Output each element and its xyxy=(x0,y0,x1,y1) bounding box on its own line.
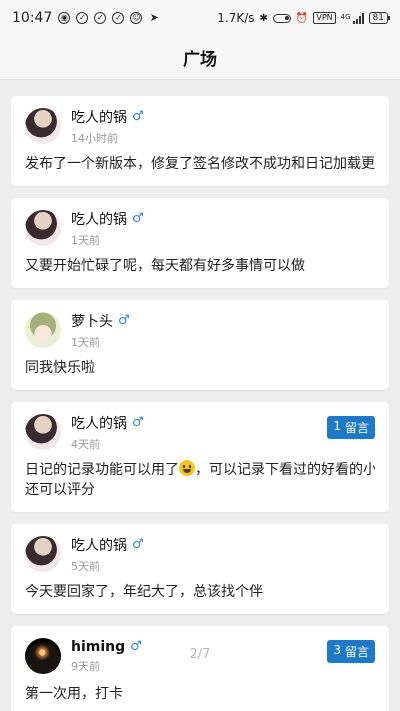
user-line: 吃人的锅 ♂ xyxy=(71,107,144,127)
avatar[interactable] xyxy=(25,312,61,348)
user-meta: 吃人的锅 ♂ 4天前 xyxy=(71,413,144,452)
user-meta: 吃人的锅 ♂ 1天前 xyxy=(71,209,144,248)
post-content: 同我快乐啦 xyxy=(25,360,95,376)
post-card[interactable]: 吃人的锅 ♂ 5天前 今天要回家了，年纪大了，总该找个伴 xyxy=(11,524,389,614)
check-icon: ✓ xyxy=(94,12,107,24)
post-header: 萝卜头 ♂ 1天前 xyxy=(25,310,375,350)
check-icon: ✓ xyxy=(76,12,89,24)
weibo-icon: ◉ xyxy=(58,12,71,24)
status-right: 1.7K/s ✱ ⏰ VPN 4G 81 xyxy=(217,11,391,25)
post-content: 又要开始忙碌了呢，每天都有好多事情可以做 xyxy=(25,258,305,274)
username[interactable]: 吃人的锅 xyxy=(71,535,127,555)
post-time: 1天前 xyxy=(71,335,100,349)
post-content: 日记的记录功能可以用了 ，可以记录下看过的好看的小 xyxy=(25,460,375,480)
post-time: 14小时前 xyxy=(71,131,118,145)
status-bar: 10:47 ◉ ✓ ✓ ✓ ☺ ➤ 1.7K/s ✱ ⏰ VPN 4G 81 xyxy=(0,0,400,36)
post-card[interactable]: 萝卜头 ♂ 1天前 同我快乐啦 xyxy=(11,300,389,390)
post-card[interactable]: 吃人的锅 ♂ 14小时前 发布了一个新版本，修复了签名修改不成功和日记加载更多 xyxy=(11,96,389,186)
post-card[interactable]: himing ♂ 9天前 3 留言 第一次用，打卡 xyxy=(11,626,389,711)
signal-icon: 4G xyxy=(340,12,364,24)
page-title: 广场 xyxy=(183,50,217,70)
username[interactable]: 吃人的锅 xyxy=(71,209,127,229)
comment-count-button[interactable]: 1 留言 xyxy=(327,416,375,439)
comment-label: 留言 xyxy=(344,645,369,659)
status-time: 10:47 xyxy=(12,10,53,26)
send-icon: ➤ xyxy=(149,11,159,24)
post-time: 5天前 xyxy=(71,559,100,573)
user-meta: 吃人的锅 ♂ 5天前 xyxy=(71,535,144,574)
user-meta: himing ♂ 9天前 xyxy=(71,639,142,674)
user-line: 萝卜头 ♂ xyxy=(71,311,130,331)
post-content: 第一次用，打卡 xyxy=(25,686,123,702)
male-gender-icon: ♂ xyxy=(132,537,144,552)
comment-label: 留言 xyxy=(344,421,369,435)
comment-count-button[interactable]: 3 留言 xyxy=(327,640,375,663)
user-meta: 吃人的锅 ♂ 14小时前 xyxy=(71,107,144,146)
user-line: 吃人的锅 ♂ xyxy=(71,209,144,229)
post-card[interactable]: 吃人的锅 ♂ 4天前 1 留言 日记的记录功能可以用了 ，可以记录下看过的好看的小… xyxy=(11,402,389,512)
male-gender-icon: ♂ xyxy=(118,313,130,328)
avatar[interactable] xyxy=(25,108,61,144)
post-header: himing ♂ 9天前 xyxy=(25,636,375,676)
mi-icon: ☺ xyxy=(130,12,143,24)
male-gender-icon: ♂ xyxy=(130,639,142,654)
post-header: 吃人的锅 ♂ 14小时前 xyxy=(25,106,375,146)
check-icon: ✓ xyxy=(112,12,125,24)
post-content: 今天要回家了，年纪大了，总该找个伴 xyxy=(25,584,263,600)
post-time: 1天前 xyxy=(71,233,100,247)
toggle-icon xyxy=(272,13,291,23)
male-gender-icon: ♂ xyxy=(132,415,144,430)
user-meta: 萝卜头 ♂ 1天前 xyxy=(71,311,130,350)
post-header: 吃人的锅 ♂ 1天前 xyxy=(25,208,375,248)
status-left: 10:47 ◉ ✓ ✓ ✓ ☺ ➤ xyxy=(12,10,160,26)
user-line: 吃人的锅 ♂ xyxy=(71,535,144,555)
username[interactable]: 吃人的锅 xyxy=(71,413,127,433)
post-feed: 吃人的锅 ♂ 14小时前 发布了一个新版本，修复了签名修改不成功和日记加载更多 … xyxy=(11,96,389,711)
app-header: 广场 xyxy=(0,36,400,80)
username[interactable]: himing xyxy=(71,639,125,655)
avatar[interactable] xyxy=(25,536,61,572)
username[interactable]: 萝卜头 xyxy=(71,311,113,331)
avatar[interactable] xyxy=(25,638,61,674)
user-line: himing ♂ xyxy=(71,639,142,655)
comment-count: 3 xyxy=(333,643,341,657)
vpn-icon: VPN xyxy=(313,12,336,24)
post-card[interactable]: 吃人的锅 ♂ 1天前 又要开始忙碌了呢，每天都有好多事情可以做 xyxy=(11,198,389,288)
battery-icon: 81 xyxy=(368,12,391,24)
net-speed: 1.7K/s xyxy=(217,11,255,25)
comment-count: 1 xyxy=(333,419,341,433)
smile-emoji-icon xyxy=(179,460,195,476)
post-time: 9天前 xyxy=(71,659,100,673)
post-time: 4天前 xyxy=(71,437,100,451)
avatar[interactable] xyxy=(25,414,61,450)
post-content: 发布了一个新版本，修复了签名修改不成功和日记加载更多 xyxy=(25,156,375,172)
bluetooth-icon: ✱ xyxy=(259,12,268,24)
post-content-line: 还可以评分 xyxy=(25,482,95,498)
username[interactable]: 吃人的锅 xyxy=(71,107,127,127)
user-line: 吃人的锅 ♂ xyxy=(71,413,144,433)
post-header: 吃人的锅 ♂ 5天前 xyxy=(25,534,375,574)
male-gender-icon: ♂ xyxy=(132,211,144,226)
male-gender-icon: ♂ xyxy=(132,109,144,124)
post-content-text: ，可以记录下看过的好看的小 xyxy=(195,462,375,478)
signal-label: 4G xyxy=(340,12,351,21)
alarm-icon: ⏰ xyxy=(295,12,309,24)
avatar[interactable] xyxy=(25,210,61,246)
post-header: 吃人的锅 ♂ 4天前 xyxy=(25,412,375,452)
post-content-text: 日记的记录功能可以用了 xyxy=(25,462,179,478)
